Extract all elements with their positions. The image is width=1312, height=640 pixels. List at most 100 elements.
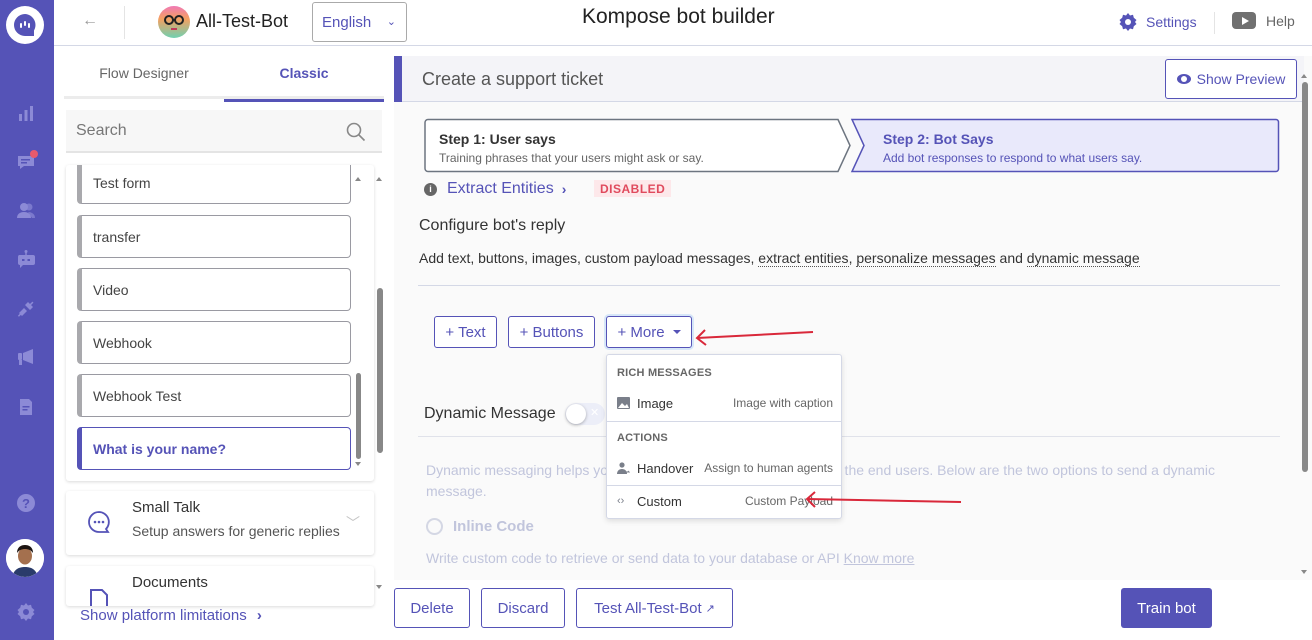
scrollbar-thumb[interactable] [356, 373, 361, 459]
intent-item[interactable]: Webhook [77, 321, 351, 364]
know-more-link[interactable]: Know more [844, 550, 915, 566]
reports-icon[interactable] [14, 395, 38, 419]
chevron-down-icon[interactable]: ﹀ [346, 513, 360, 533]
extract-entities-tooltip[interactable]: extract entities [758, 250, 849, 267]
feature-title: Documents [132, 574, 208, 591]
chevron-down-icon: ⌄ [386, 16, 396, 28]
back-arrow-icon[interactable]: ← [82, 12, 98, 30]
menu-item-label: Handover [637, 460, 694, 476]
scroll-down-icon[interactable] [1301, 570, 1307, 574]
step-title: Step 1: User says [439, 131, 556, 147]
add-buttons-button[interactable]: + Buttons [508, 316, 595, 348]
configure-description: Add text, buttons, images, custom payloa… [419, 250, 1140, 267]
scroll-up-icon[interactable] [1301, 74, 1307, 78]
users-icon[interactable] [14, 198, 38, 222]
menu-item-hint: Custom Payload [744, 494, 833, 508]
divider [607, 485, 841, 486]
inline-code-radio[interactable] [426, 518, 443, 535]
panel-scrollbar[interactable] [374, 165, 386, 597]
search-icon[interactable] [346, 122, 366, 142]
step-subtitle: Training phrases that your users might a… [439, 151, 704, 165]
designer-tabs: Flow Designer Classic [64, 47, 384, 102]
scroll-down-icon[interactable] [376, 585, 382, 589]
step-user-says[interactable]: Step 1: User says Training phrases that … [424, 118, 854, 173]
show-platform-limitations-link[interactable]: Show platform limitations › [80, 607, 262, 624]
menu-item-custom[interactable]: ‹› Custom Custom Payload [617, 491, 833, 511]
scroll-up-icon[interactable] [355, 177, 361, 181]
extract-entities-link[interactable]: Extract Entities [447, 180, 554, 198]
notification-badge [30, 150, 38, 158]
personalize-messages-tooltip[interactable]: personalize messages [856, 250, 996, 267]
main-scrollbar[interactable] [1300, 74, 1310, 576]
intent-item[interactable]: Test form [77, 165, 351, 204]
scrollbar-thumb[interactable] [1302, 82, 1308, 472]
step-title: Step 2: Bot Says [883, 131, 994, 147]
desc-text: it to the end users. Below are the two o… [818, 462, 1215, 478]
chevron-right-icon: › [256, 607, 262, 624]
small-talk-card[interactable]: Small Talk Setup answers for generic rep… [66, 491, 374, 555]
toggle-knob [566, 404, 586, 424]
search-input[interactable] [76, 121, 336, 140]
intent-list-scrollbar[interactable] [353, 165, 365, 477]
app-logo[interactable] [6, 6, 44, 44]
dynamic-message-tooltip[interactable]: dynamic message [1026, 250, 1140, 267]
menu-item-label: Custom [637, 493, 682, 509]
tab-classic[interactable]: Classic [224, 47, 384, 102]
delete-button[interactable]: Delete [394, 588, 470, 628]
scroll-down-icon[interactable] [355, 462, 361, 466]
bot-name: All-Test-Bot [196, 11, 289, 31]
help-link[interactable]: Help [1232, 12, 1295, 29]
inline-code-label: Inline Code [453, 518, 534, 535]
menu-item-image[interactable]: Image Image with caption [617, 393, 833, 413]
conversations-icon[interactable] [14, 150, 38, 174]
settings-link[interactable]: Settings [1118, 12, 1197, 32]
caret-down-icon [672, 330, 681, 334]
menu-section-heading: ACTIONS [617, 432, 668, 444]
analytics-icon[interactable] [14, 101, 38, 125]
divider [607, 421, 841, 422]
gear-icon [1119, 13, 1137, 31]
show-preview-button[interactable]: Show Preview [1165, 59, 1297, 99]
documents-card[interactable]: Documents [66, 566, 374, 606]
step-subtitle: Add bot responses to respond to what use… [883, 151, 1143, 165]
help-icon[interactable]: ? [14, 491, 38, 515]
more-options-menu: RICH MESSAGES Image Image with caption A… [606, 354, 842, 519]
menu-item-hint: Image with caption [732, 396, 833, 410]
info-icon[interactable]: i [424, 182, 437, 196]
intent-item[interactable]: Webhook Test [77, 374, 351, 417]
tab-flow-designer[interactable]: Flow Designer [64, 47, 224, 99]
language-select[interactable]: English ⌄ [312, 2, 407, 42]
menu-item-handover[interactable]: Handover Assign to human agents [617, 458, 833, 478]
step-bot-says[interactable]: Step 2: Bot Says Add bot responses to re… [850, 118, 1280, 173]
footer-actions: Delete Discard Test All-Test-Bot ↗ Train… [394, 580, 1312, 640]
show-preview-label: Show Preview [1196, 71, 1286, 87]
scrollbar-thumb[interactable] [377, 288, 383, 453]
external-link-icon: ↗ [705, 602, 715, 615]
app-rail: ? [0, 0, 54, 640]
dynamic-message-label: Dynamic Message [424, 405, 556, 422]
search-field [66, 110, 382, 153]
intent-item[interactable]: transfer [77, 215, 351, 258]
platform-limitations-label: Show platform limitations [80, 607, 247, 624]
discard-button[interactable]: Discard [481, 588, 565, 628]
page-title: Kompose bot builder [582, 5, 775, 28]
settings-icon[interactable] [14, 600, 38, 624]
campaigns-icon[interactable] [14, 345, 38, 369]
test-bot-button[interactable]: Test All-Test-Bot ↗ [576, 588, 733, 628]
train-bot-button[interactable]: Train bot [1121, 588, 1212, 628]
dynamic-message-toggle[interactable]: ✕ [565, 403, 605, 425]
top-bar: ← All-Test-Bot English ⌄ Kompose bot bui… [54, 0, 1312, 46]
intent-item-active[interactable]: What is your name? [77, 427, 351, 470]
add-more-button[interactable]: + More [606, 316, 692, 348]
user-avatar[interactable] [6, 539, 44, 577]
intent-item[interactable]: Video [77, 268, 351, 311]
intent-title: Create a support ticket [422, 69, 604, 89]
feature-description: Setup answers for generic replies [132, 523, 340, 539]
handover-icon [617, 462, 631, 474]
bot-icon[interactable] [14, 247, 38, 271]
add-text-button[interactable]: + Text [434, 316, 497, 348]
divider [1214, 12, 1215, 34]
scroll-up-icon[interactable] [376, 177, 382, 181]
video-play-icon [1232, 12, 1256, 29]
integrations-icon[interactable] [14, 297, 38, 321]
